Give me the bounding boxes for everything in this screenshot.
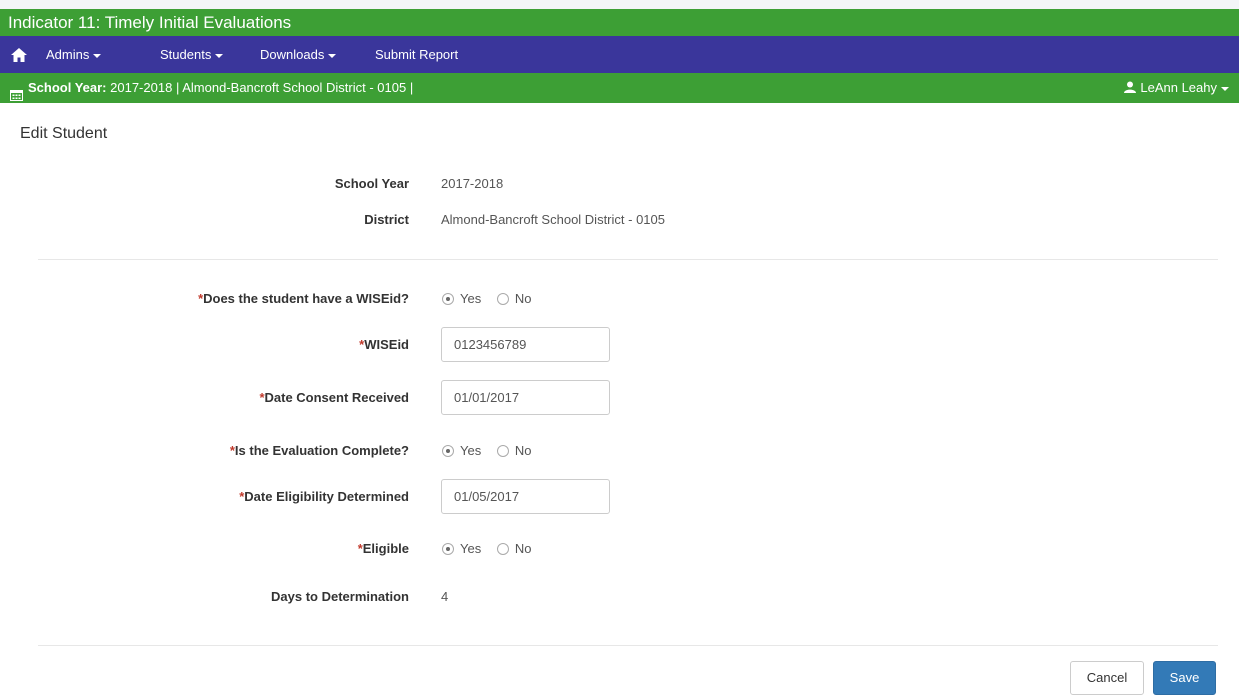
context-district: Almond-Bancroft School District - 0105 [182,80,407,95]
date-consent-label: *Date Consent Received [259,390,409,405]
district-field-value: Almond-Bancroft School District - 0105 [441,212,665,227]
has-wiseid-no[interactable]: No [496,291,532,306]
has-wiseid-yes[interactable]: Yes [442,291,481,306]
eligible-label-text: Eligible [362,541,409,556]
eligible-yes[interactable]: Yes [442,541,481,556]
context-separator: | [175,80,180,95]
nav-submit-report-label: Submit Report [375,47,459,62]
main-nav: Admins Students Downloads Submit Report [0,36,1239,73]
school-year-value: 2017-2018 [110,80,173,95]
radio-unchecked[interactable] [496,543,509,555]
days-to-determination-value: 4 [441,589,449,604]
date-consent-label-text: Date Consent Received [264,390,410,405]
eligible-no[interactable]: No [496,541,532,556]
eval-complete-no-label: No [514,443,532,458]
home-icon[interactable] [10,46,28,64]
date-eligibility-input[interactable]: 01/05/2017 [441,479,610,514]
school-year-field-label: School Year [334,176,409,191]
wiseid-label-text: WISEid [364,337,409,352]
eligible-yes-label: Yes [460,541,482,556]
calendar-icon [10,82,23,101]
eval-complete-label: *Is the Evaluation Complete? [230,443,409,458]
eligible-no-label: No [514,541,532,556]
wiseid-label: *WISEid [359,337,409,352]
user-menu[interactable]: LeAnn Leahy [1124,73,1229,103]
school-year-label: School Year: [28,80,107,95]
footer-divider [38,645,1218,646]
district-field-label: District [364,212,409,227]
save-button[interactable]: Save [1153,661,1216,695]
days-to-determination-label: Days to Determination [271,589,409,604]
date-eligibility-label-text: Date Eligibility Determined [244,489,409,504]
nav-downloads-label: Downloads [260,47,325,62]
nav-admins[interactable]: Admins [46,36,102,73]
radio-unchecked[interactable] [496,445,509,457]
wiseid-input[interactable]: 0123456789 [441,327,610,362]
has-wiseid-yes-label: Yes [460,291,482,306]
has-wiseid-no-label: No [514,291,532,306]
cancel-button[interactable]: Cancel [1070,661,1144,695]
eligible-radio-group: Yes No [442,541,543,556]
nav-downloads[interactable]: Downloads [260,36,337,73]
nav-students-label: Students [160,47,212,62]
nav-submit-report[interactable]: Submit Report [375,36,458,73]
eval-complete-label-text: Is the Evaluation Complete? [234,443,409,458]
date-eligibility-label: *Date Eligibility Determined [239,489,409,504]
radio-unchecked[interactable] [496,293,509,305]
nav-admins-label: Admins [46,47,90,62]
user-icon [1124,74,1137,93]
date-consent-input[interactable]: 01/01/2017 [441,380,610,415]
chevron-down-icon [1221,86,1229,91]
context-separator-end: | [409,80,414,95]
school-year-field-value: 2017-2018 [441,176,504,191]
has-wiseid-radio-group: Yes No [442,291,543,306]
eval-complete-no[interactable]: No [496,443,532,458]
eval-complete-yes[interactable]: Yes [442,443,481,458]
chevron-down-icon [93,53,102,58]
app-title: Indicator 11: Timely Initial Evaluations [0,9,1239,36]
user-name: LeAnn Leahy [1140,80,1217,95]
radio-checked[interactable] [442,293,454,305]
context-info: School Year: 2017-2018 | Almond-Bancroft… [28,73,413,103]
has-wiseid-label: *Does the student have a WISEid? [198,291,409,306]
radio-checked[interactable] [442,543,454,555]
radio-checked[interactable] [442,445,454,457]
context-bar: School Year: 2017-2018 | Almond-Bancroft… [0,73,1239,103]
page-title: Edit Student [20,125,108,142]
eval-complete-yes-label: Yes [460,443,482,458]
eligible-label: *Eligible [358,541,409,556]
chevron-down-icon [215,53,224,58]
top-strip [0,0,1239,9]
nav-students[interactable]: Students [160,36,224,73]
chevron-down-icon [328,53,337,58]
eval-complete-radio-group: Yes No [442,443,543,458]
section-divider [38,259,1218,260]
has-wiseid-label-text: Does the student have a WISEid? [203,291,409,306]
